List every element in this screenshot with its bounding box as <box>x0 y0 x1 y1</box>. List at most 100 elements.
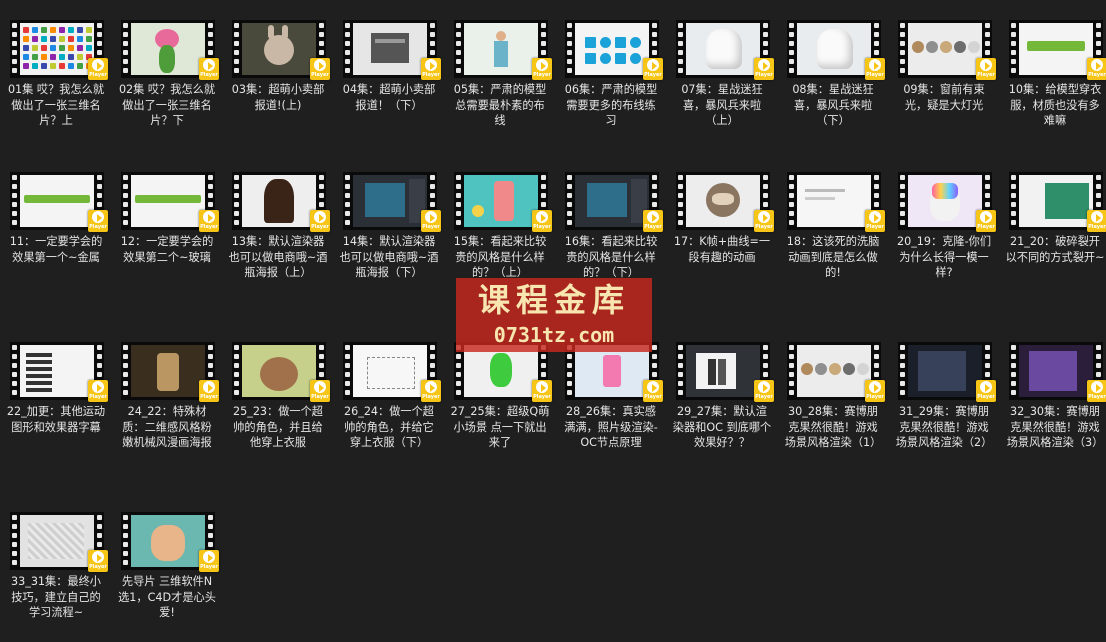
video-title[interactable]: 25_23：做一个超帅的角色，并且给他穿上衣服 <box>228 404 328 451</box>
video-thumbnail[interactable]: Player <box>343 20 441 80</box>
play-badge-icon[interactable]: Player <box>532 380 552 402</box>
video-thumbnail[interactable]: Player <box>898 20 996 80</box>
video-item[interactable]: Player 09集：窗前有束光，疑是大灯光 <box>894 0 996 150</box>
play-badge-icon[interactable]: Player <box>754 58 774 80</box>
video-title[interactable]: 28_26集：真实感满满，照片级渲染-OC节点原理 <box>561 404 661 451</box>
video-title[interactable]: 先导片 三维软件N选1，C4D才是心头爱! <box>117 574 217 621</box>
video-title[interactable]: 18：这该死的洗脑动画到底是怎么做的! <box>783 234 883 281</box>
video-title[interactable]: 05集：严肃的模型总需要最朴素的布线 <box>450 82 550 129</box>
video-thumbnail[interactable]: Player <box>232 20 330 80</box>
video-title[interactable]: 01集 哎？我怎么就做出了一张三维名片？上 <box>6 82 106 129</box>
video-title[interactable]: 08集：星战迷狂喜，暴风兵来啦（下） <box>783 82 883 129</box>
video-thumbnail[interactable]: Player <box>10 512 108 572</box>
play-badge-icon[interactable]: Player <box>754 380 774 402</box>
play-badge-icon[interactable]: Player <box>421 380 441 402</box>
video-title[interactable]: 10集：给模型穿衣服，材质也没有多难嘛 <box>1005 82 1105 129</box>
video-thumbnail[interactable]: Player <box>10 20 108 80</box>
video-title[interactable]: 17：K帧+曲线=一段有趣的动画 <box>672 234 772 265</box>
video-title[interactable]: 30_28集：赛博朋克果然很酷！游戏场景风格渲染（1） <box>783 404 883 451</box>
play-badge-icon[interactable]: Player <box>421 58 441 80</box>
video-item[interactable]: Player 25_23：做一个超帅的角色，并且给他穿上衣服 <box>228 322 330 472</box>
video-item[interactable]: Player 32_30集：赛博朋克果然很酷！游戏场景风格渲染（3） <box>1005 322 1106 472</box>
play-badge-icon[interactable]: Player <box>199 550 219 572</box>
video-item[interactable]: Player 01集 哎？我怎么就做出了一张三维名片？上 <box>6 0 108 150</box>
play-badge-icon[interactable]: Player <box>199 210 219 232</box>
video-thumbnail[interactable]: Player <box>121 342 219 402</box>
video-thumbnail[interactable]: Player <box>787 20 885 80</box>
video-thumbnail[interactable]: Player <box>10 172 108 232</box>
play-badge-icon[interactable]: Player <box>310 58 330 80</box>
video-title[interactable]: 24_22：特殊材质：二维感风格粉嫩机械风漫画海报 <box>117 404 217 451</box>
video-item[interactable]: Player 15集：看起来比较贵的风格是什么样的？（上） <box>450 152 552 302</box>
video-thumbnail[interactable]: Player <box>565 172 663 232</box>
video-thumbnail[interactable]: Player <box>454 172 552 232</box>
video-item[interactable]: Player 06集：严肃的模型需要更多的布线练习 <box>561 0 663 150</box>
video-item[interactable]: Player 17：K帧+曲线=一段有趣的动画 <box>672 152 774 302</box>
video-thumbnail[interactable]: Player <box>1009 172 1106 232</box>
video-thumbnail[interactable]: Player <box>676 20 774 80</box>
play-badge-icon[interactable]: Player <box>976 210 996 232</box>
video-item[interactable]: Player 10集：给模型穿衣服，材质也没有多难嘛 <box>1005 0 1106 150</box>
play-badge-icon[interactable]: Player <box>199 58 219 80</box>
video-title[interactable]: 14集：默认渲染器也可以做电商哦~酒瓶海报（下） <box>339 234 439 281</box>
play-badge-icon[interactable]: Player <box>532 58 552 80</box>
video-title[interactable]: 26_24：做一个超帅的角色，并给它穿上衣服（下） <box>339 404 439 451</box>
video-thumbnail[interactable]: Player <box>10 342 108 402</box>
video-thumbnail[interactable]: Player <box>565 342 663 402</box>
video-title[interactable]: 09集：窗前有束光，疑是大灯光 <box>894 82 994 113</box>
video-title[interactable]: 33_31集：最终小技巧，建立自己的学习流程~ <box>6 574 106 621</box>
play-badge-icon[interactable]: Player <box>1087 380 1106 402</box>
video-title[interactable]: 03集：超萌小卖部报道!(上) <box>228 82 328 113</box>
play-badge-icon[interactable]: Player <box>754 210 774 232</box>
video-item[interactable]: Player 27_25集：超级Q萌小场景 点一下就出来了 <box>450 322 552 472</box>
play-badge-icon[interactable]: Player <box>976 58 996 80</box>
video-title[interactable]: 16集：看起来比较贵的风格是什么样的？（下） <box>561 234 661 281</box>
video-item[interactable]: Player 03集：超萌小卖部报道!(上) <box>228 0 330 150</box>
video-item[interactable]: Player 14集：默认渲染器也可以做电商哦~酒瓶海报（下） <box>339 152 441 302</box>
video-thumbnail[interactable]: Player <box>343 172 441 232</box>
play-badge-icon[interactable]: Player <box>88 380 108 402</box>
play-badge-icon[interactable]: Player <box>88 58 108 80</box>
video-item[interactable]: Player 21_20：破碎裂开 以不同的方式裂开~ <box>1005 152 1106 302</box>
video-thumbnail[interactable]: Player <box>121 172 219 232</box>
play-badge-icon[interactable]: Player <box>310 210 330 232</box>
video-item[interactable]: Player 04集：超萌小卖部报道！（下） <box>339 0 441 150</box>
video-thumbnail[interactable]: Player <box>232 172 330 232</box>
video-thumbnail[interactable]: Player <box>676 342 774 402</box>
video-item[interactable]: Player 22_加更：其他运动图形和效果器字幕 <box>6 322 108 472</box>
video-item[interactable]: Player 05集：严肃的模型总需要最朴素的布线 <box>450 0 552 150</box>
video-title[interactable]: 04集：超萌小卖部报道！（下） <box>339 82 439 113</box>
video-thumbnail[interactable]: Player <box>1009 20 1106 80</box>
video-thumbnail[interactable]: Player <box>1009 342 1106 402</box>
video-item[interactable]: Player 33_31集：最终小技巧，建立自己的学习流程~ <box>6 492 108 642</box>
video-item[interactable]: Player 29_27集：默认渲染器和OC 到底哪个效果好？？ <box>672 322 774 472</box>
video-title[interactable]: 13集：默认渲染器也可以做电商哦~酒瓶海报（上） <box>228 234 328 281</box>
play-badge-icon[interactable]: Player <box>643 58 663 80</box>
play-badge-icon[interactable]: Player <box>199 380 219 402</box>
video-title[interactable]: 27_25集：超级Q萌小场景 点一下就出来了 <box>450 404 550 451</box>
video-thumbnail[interactable]: Player <box>787 172 885 232</box>
video-item[interactable]: Player 13集：默认渲染器也可以做电商哦~酒瓶海报（上） <box>228 152 330 302</box>
video-thumbnail[interactable]: Player <box>787 342 885 402</box>
play-badge-icon[interactable]: Player <box>88 210 108 232</box>
video-title[interactable]: 06集：严肃的模型需要更多的布线练习 <box>561 82 661 129</box>
video-title[interactable]: 20_19：克隆-你们为什么长得一模一样? <box>894 234 994 281</box>
video-thumbnail[interactable]: Player <box>898 342 996 402</box>
video-thumbnail[interactable]: Player <box>565 20 663 80</box>
video-item[interactable]: Player 07集：星战迷狂喜，暴风兵来啦（上） <box>672 0 774 150</box>
video-thumbnail[interactable]: Player <box>343 342 441 402</box>
play-badge-icon[interactable]: Player <box>310 380 330 402</box>
video-item[interactable]: Player 26_24：做一个超帅的角色，并给它穿上衣服（下） <box>339 322 441 472</box>
video-thumbnail[interactable]: Player <box>454 20 552 80</box>
video-title[interactable]: 22_加更：其他运动图形和效果器字幕 <box>6 404 106 435</box>
video-title[interactable]: 32_30集：赛博朋克果然很酷！游戏场景风格渲染（3） <box>1005 404 1105 451</box>
video-item[interactable]: Player 31_29集：赛博朋克果然很酷！游戏场景风格渲染（2） <box>894 322 996 472</box>
video-item[interactable]: Player 先导片 三维软件N选1，C4D才是心头爱! <box>117 492 219 642</box>
play-badge-icon[interactable]: Player <box>643 380 663 402</box>
video-item[interactable]: Player 20_19：克隆-你们为什么长得一模一样? <box>894 152 996 302</box>
video-item[interactable]: Player 11：一定要学会的效果第一个~金属 <box>6 152 108 302</box>
play-badge-icon[interactable]: Player <box>421 210 441 232</box>
video-item[interactable]: Player 16集：看起来比较贵的风格是什么样的？（下） <box>561 152 663 302</box>
video-item[interactable]: Player 08集：星战迷狂喜，暴风兵来啦（下） <box>783 0 885 150</box>
video-title[interactable]: 11：一定要学会的效果第一个~金属 <box>6 234 106 265</box>
